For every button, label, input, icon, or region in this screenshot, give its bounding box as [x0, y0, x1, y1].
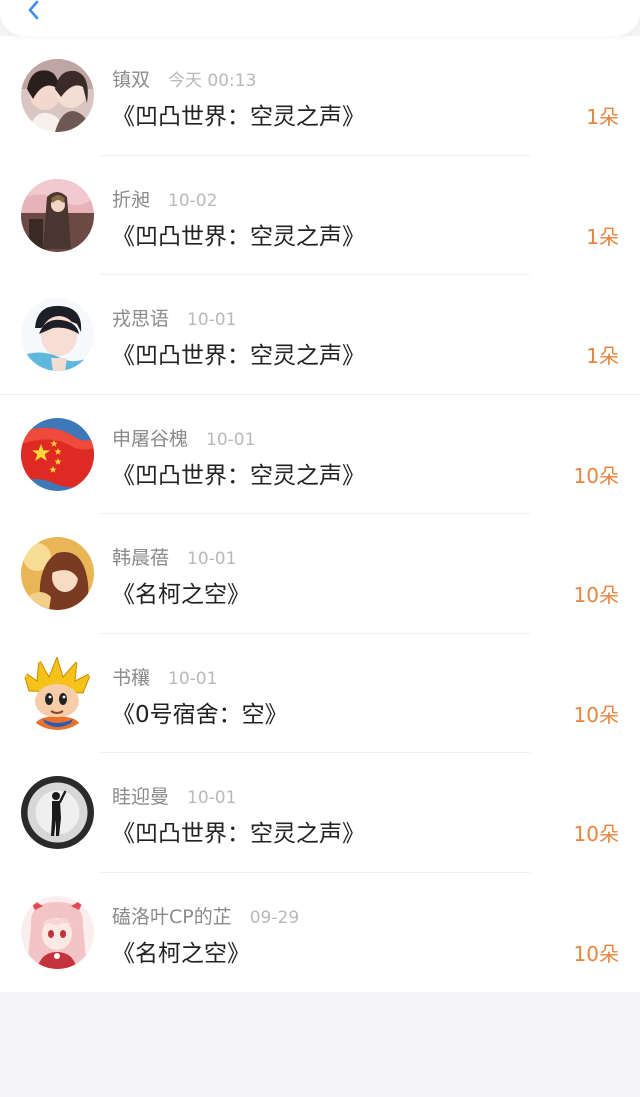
- work-title[interactable]: 《凹凸世界：空灵之声》: [112, 217, 365, 251]
- work-title[interactable]: 《0号宿舍：空》: [112, 695, 288, 729]
- send-time: 09-29: [249, 907, 300, 928]
- list-item[interactable]: 书穰 10-01 《0号宿舍：空》 10朵: [0, 634, 640, 753]
- flower-count: 10朵: [573, 583, 619, 607]
- sender-name: 申屠谷槐: [112, 427, 189, 450]
- back-button[interactable]: [16, 0, 52, 28]
- list-item[interactable]: 眭迎曼 10-01 《凹凸世界：空灵之声》 10朵: [0, 753, 640, 873]
- list-item[interactable]: 戎思语 10-01 《凹凸世界：空灵之声》 1朵: [0, 275, 640, 395]
- work-title[interactable]: 《凹凸世界：空灵之声》: [112, 456, 365, 490]
- send-time: 10-01: [187, 310, 237, 330]
- avatar[interactable]: [21, 537, 94, 610]
- sender-name: 戎思语: [112, 308, 170, 330]
- work-title[interactable]: 《凹凸世界：空灵之声》: [112, 336, 365, 370]
- work-title[interactable]: 《凹凸世界：空灵之声》: [112, 814, 365, 848]
- list-item[interactable]: 韩晨蓓 10-01 《名柯之空》 10朵: [0, 514, 640, 634]
- avatar[interactable]: [21, 776, 94, 849]
- send-time: 10-01: [206, 429, 256, 450]
- send-time: 10-01: [187, 549, 237, 569]
- avatar[interactable]: [21, 417, 94, 491]
- work-title[interactable]: 《凹凸世界：空灵之声》: [112, 97, 365, 131]
- avatar[interactable]: [21, 178, 94, 252]
- send-time: 今天 00:13: [168, 71, 257, 91]
- flower-count: 10朵: [573, 941, 619, 966]
- flower-count: 1朵: [586, 344, 619, 368]
- flower-count: 10朵: [573, 702, 619, 727]
- send-time: 10-01: [187, 788, 237, 808]
- sender-name: 书穰: [112, 666, 151, 689]
- work-title[interactable]: 《名柯之空》: [112, 934, 250, 968]
- work-title[interactable]: 《名柯之空》: [112, 575, 250, 609]
- list-item[interactable]: 申屠谷槐 10-01 《凹凸世界：空灵之声》 10朵: [0, 395, 640, 514]
- gift-record-list: 镇双 今天 00:13 《凹凸世界：空灵之声》 1朵 折昶 10-02 《凹凸世…: [0, 36, 640, 992]
- avatar[interactable]: [21, 656, 94, 730]
- sender-name: 磕洛叶CP的芷: [112, 905, 232, 928]
- sender-name: 折昶: [112, 188, 151, 211]
- send-time: 10-02: [168, 190, 218, 211]
- avatar[interactable]: [21, 298, 94, 371]
- flower-count: 10朵: [573, 463, 619, 488]
- list-item[interactable]: 折昶 10-02 《凹凸世界：空灵之声》 1朵: [0, 156, 640, 275]
- sender-name: 韩晨蓓: [112, 547, 170, 569]
- top-bar: [0, 0, 640, 36]
- avatar[interactable]: [21, 895, 94, 969]
- list-item[interactable]: 磕洛叶CP的芷 09-29 《名柯之空》 10朵: [0, 873, 640, 993]
- chevron-left-icon: [28, 0, 39, 20]
- flower-count: 1朵: [586, 224, 619, 249]
- list-item[interactable]: 镇双 今天 00:13 《凹凸世界：空灵之声》 1朵: [0, 36, 640, 156]
- sender-name: 镇双: [112, 69, 151, 91]
- flower-count: 1朵: [586, 105, 619, 129]
- send-time: 10-01: [168, 668, 218, 689]
- flower-count: 10朵: [573, 822, 619, 846]
- sender-name: 眭迎曼: [112, 786, 170, 808]
- avatar[interactable]: [21, 59, 94, 132]
